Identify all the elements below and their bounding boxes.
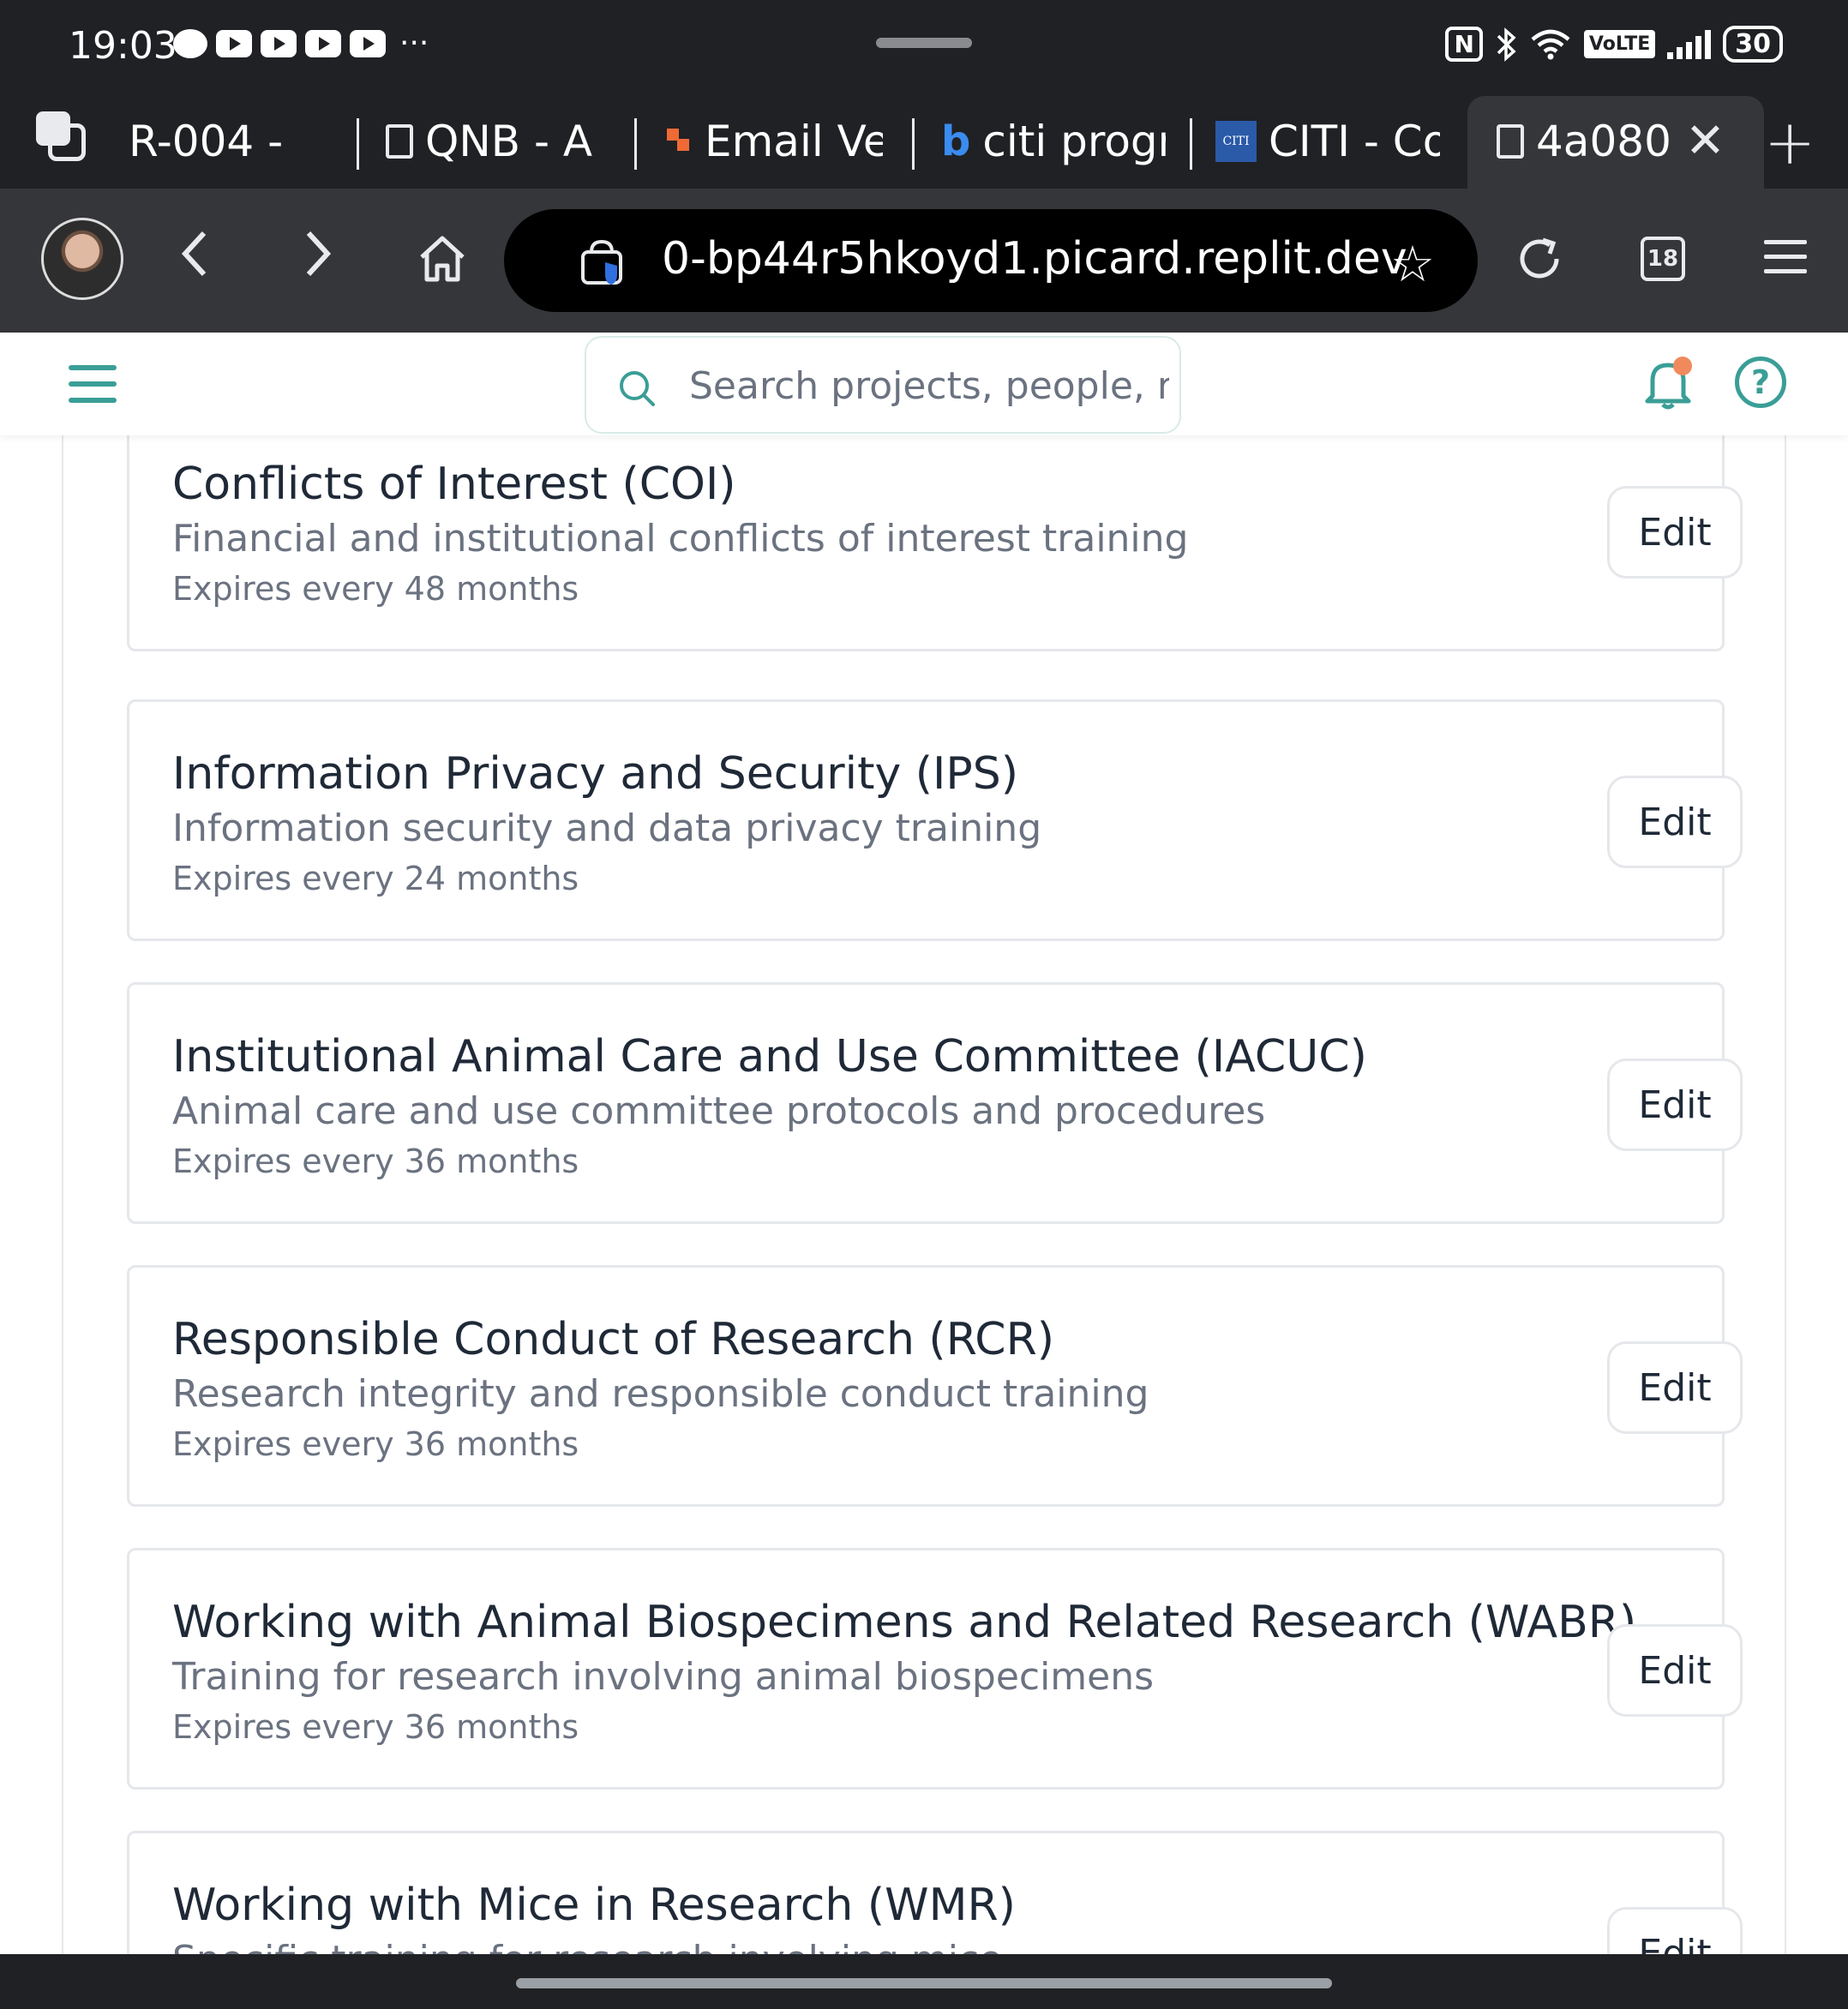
back-button[interactable]: [177, 226, 211, 294]
training-title: Working with Animal Biospecimens and Rel…: [172, 1597, 1637, 1648]
hamburger-menu-icon[interactable]: [69, 365, 117, 414]
app-header: ?: [0, 333, 1848, 435]
tab-email-verifier[interactable]: Email Ve: [667, 113, 883, 170]
address-bar[interactable]: 0-bp44r5hkoyd1.picard.replit.dev ☆: [504, 209, 1478, 312]
youtube-icon: [261, 30, 297, 57]
training-title: Conflicts of Interest (COI): [172, 459, 736, 510]
bing-icon: b: [941, 117, 971, 165]
site-security-icon[interactable]: [579, 238, 624, 286]
training-card-wmr: Working with Mice in Research (WMR) Spec…: [127, 1831, 1743, 1954]
reload-icon[interactable]: [1514, 233, 1565, 285]
tab-separator: [634, 118, 637, 170]
training-expiry: Expires every 24 months: [172, 860, 579, 897]
search-input[interactable]: [689, 358, 1169, 413]
email-site-icon: [667, 129, 693, 154]
training-card-iacuc: Institutional Animal Care and Use Commit…: [127, 982, 1743, 1224]
tab-label: R-004 -: [129, 117, 284, 166]
training-title: Responsible Conduct of Research (RCR): [172, 1314, 1054, 1365]
page-icon: [386, 124, 413, 159]
training-card-wabr: Working with Animal Biospecimens and Rel…: [127, 1548, 1743, 1790]
home-icon[interactable]: [417, 233, 468, 285]
battery-icon: 30: [1723, 26, 1783, 63]
browser-menu-icon[interactable]: [1764, 240, 1807, 284]
volte-icon: VoLTE: [1583, 30, 1656, 58]
new-tab-button[interactable]: +: [1764, 106, 1815, 178]
close-tab-icon[interactable]: ✕: [1685, 113, 1725, 169]
training-card-rcr: Responsible Conduct of Research (RCR) Re…: [127, 1265, 1743, 1507]
chevron-right-icon: [306, 231, 332, 277]
tab-citi-program-search[interactable]: b citi progr: [941, 113, 1166, 170]
signal-icon: [1667, 29, 1712, 59]
tab-qnb[interactable]: QNB - A: [386, 113, 612, 170]
training-expiry: Expires every 36 months: [172, 1142, 579, 1180]
tab-r004[interactable]: R-004 -: [129, 113, 343, 170]
training-types-panel: Conflicts of Interest (COI) Financial an…: [62, 435, 1786, 1954]
system-navigation-bar: [0, 1954, 1848, 2009]
tab-switcher-icon[interactable]: [36, 111, 87, 163]
chevron-left-icon: [181, 231, 207, 277]
training-title: Working with Mice in Research (WMR): [172, 1880, 1016, 1931]
url-text[interactable]: 0-bp44r5hkoyd1.picard.replit.dev: [662, 233, 1407, 285]
page-icon: [1497, 124, 1524, 159]
tab-label: QNB - A: [425, 117, 593, 166]
edit-button[interactable]: Edit: [1607, 776, 1743, 868]
browser-toolbar: 0-bp44r5hkoyd1.picard.replit.dev ☆ 18: [0, 189, 1848, 333]
nfc-icon: N: [1445, 27, 1483, 62]
chat-icon: [173, 29, 207, 58]
training-description: Specific training for research involving…: [172, 1938, 1002, 1954]
notification-dot: [1673, 357, 1692, 375]
youtube-icon: [216, 30, 252, 57]
tab-citi[interactable]: CITI CITI - Co: [1215, 113, 1440, 170]
citi-logo-icon: CITI: [1215, 121, 1257, 162]
forward-button[interactable]: [302, 226, 336, 294]
training-expiry: Expires every 36 months: [172, 1425, 579, 1463]
drag-handle[interactable]: [876, 38, 972, 48]
training-description: Financial and institutional conflicts of…: [172, 517, 1189, 561]
training-title: Information Privacy and Security (IPS): [172, 748, 1019, 800]
tab-separator: [357, 118, 359, 170]
bluetooth-icon: [1497, 27, 1516, 62]
tab-active-title[interactable]: 4a080: [1497, 113, 1680, 170]
tab-label: 4a080: [1536, 117, 1671, 166]
edit-button[interactable]: Edit: [1607, 1624, 1743, 1717]
training-expiry: Expires every 48 months: [172, 570, 579, 608]
clock: 19:03: [69, 24, 177, 68]
training-expiry: Expires every 36 months: [172, 1708, 579, 1746]
edit-button[interactable]: Edit: [1607, 486, 1743, 579]
youtube-icon: [350, 30, 386, 57]
system-status-bar: 19:03 ··· N VoLTE 30: [0, 0, 1848, 96]
profile-avatar[interactable]: [41, 218, 123, 300]
edit-button[interactable]: Edit: [1607, 1058, 1743, 1151]
tab-label: CITI - Co: [1269, 117, 1440, 166]
search-icon: [620, 371, 655, 406]
browser-tab-strip: R-004 - QNB - A Email Ve b citi progr CI…: [0, 96, 1848, 189]
system-indicators: N VoLTE 30: [1445, 26, 1783, 63]
training-description: Training for research involving animal b…: [172, 1655, 1155, 1699]
tab-label: citi progr: [982, 117, 1166, 166]
wifi-icon: [1531, 29, 1570, 59]
training-description: Animal care and use committee protocols …: [172, 1089, 1266, 1133]
youtube-icon: [305, 30, 341, 57]
help-icon[interactable]: ?: [1735, 357, 1786, 408]
bookmark-star-icon[interactable]: ☆: [1390, 235, 1435, 293]
tab-separator: [912, 118, 915, 170]
training-card-ips: Information Privacy and Security (IPS) I…: [127, 699, 1743, 941]
tab-separator: [1190, 118, 1192, 170]
edit-button[interactable]: Edit: [1607, 1341, 1743, 1434]
tab-label: Email Ve: [705, 117, 883, 166]
training-description: Information security and data privacy tr…: [172, 807, 1042, 850]
tab-count-button[interactable]: 18: [1641, 237, 1685, 281]
more-notifications-icon: ···: [399, 26, 429, 61]
training-title: Institutional Animal Care and Use Commit…: [172, 1031, 1367, 1082]
home-gesture-pill[interactable]: [516, 1978, 1332, 1988]
training-description: Research integrity and responsible condu…: [172, 1372, 1149, 1416]
training-card-coi: Conflicts of Interest (COI) Financial an…: [127, 435, 1743, 651]
edit-button[interactable]: Edit: [1607, 1907, 1743, 1954]
global-search[interactable]: [585, 336, 1181, 434]
notification-icons: ···: [173, 26, 429, 61]
